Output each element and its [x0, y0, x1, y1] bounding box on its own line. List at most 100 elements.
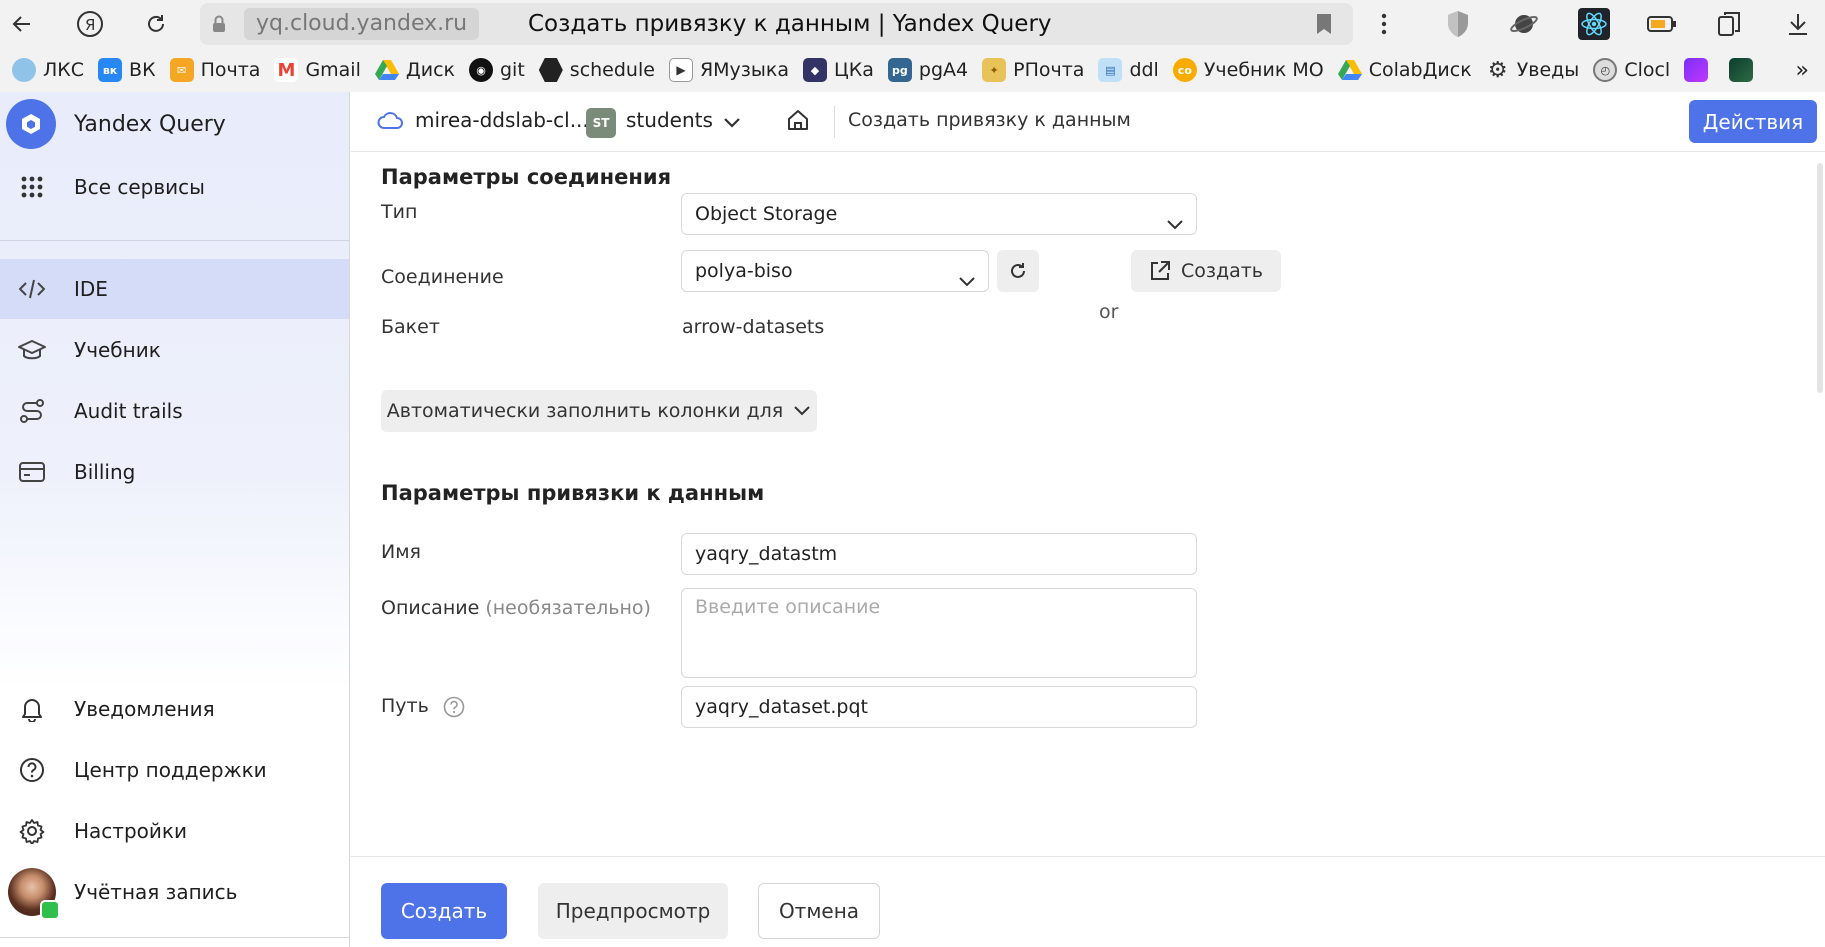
external-link-icon: [1150, 261, 1170, 280]
bookmark-item[interactable]: ColabДиск: [1334, 54, 1482, 86]
bookmark-item[interactable]: [1680, 54, 1725, 86]
bookmark-label: ColabДиск: [1368, 59, 1472, 81]
cloud-icon: [377, 110, 403, 134]
page-title: Создать привязку к данным: [848, 109, 1131, 131]
sidebar-item-label: Уведомления: [74, 697, 215, 721]
menu-dots-icon[interactable]: [1366, 6, 1402, 42]
bookmark-icon[interactable]: [1315, 13, 1333, 39]
pg-icon: pg: [887, 58, 912, 82]
bookmark-label: pgA4: [918, 59, 969, 81]
bookmark-item[interactable]: ✉ Почта: [166, 54, 271, 86]
connection-select[interactable]: polya-biso: [681, 250, 989, 292]
bookmark-item[interactable]: ◉ git: [465, 54, 535, 86]
sidebar-item-ide[interactable]: IDE: [0, 259, 349, 319]
bookmark-item[interactable]: schedule: [535, 54, 665, 86]
scrollbar[interactable]: [1817, 163, 1823, 393]
sidebar-item-settings[interactable]: Настройки: [0, 801, 349, 861]
play-icon: ▶: [668, 58, 693, 82]
bookmark-item[interactable]: pg pgA4: [884, 54, 978, 86]
yandex-browser-icon[interactable]: Я: [72, 6, 108, 42]
connection-label: Соединение: [381, 266, 504, 288]
create-connection-label: Создать: [1180, 260, 1264, 282]
bookmark-item[interactable]: ⚙ Уведы: [1482, 54, 1590, 86]
lock-icon: [212, 15, 226, 37]
more-bookmarks-icon[interactable]: »: [1796, 58, 1809, 83]
sidebar-item-audit-trails[interactable]: Audit trails: [0, 381, 349, 441]
cloud-name[interactable]: mirea-ddslab-cl...: [415, 108, 589, 132]
browser-toolbar: Я yq.cloud.yandex.ru Создать привязку к …: [0, 0, 1825, 48]
preview-button[interactable]: Предпросмотр: [538, 883, 728, 939]
url-host[interactable]: yq.cloud.yandex.ru: [244, 8, 480, 40]
bookmark-item[interactable]: co Учебник МО: [1169, 54, 1334, 86]
sidebar-bottom-divider: [0, 937, 349, 938]
autofill-columns-button[interactable]: Автоматически заполнить колонки для: [381, 390, 817, 432]
sidebar-item-billing[interactable]: Billing: [0, 442, 349, 502]
chevron-down-icon[interactable]: [723, 114, 741, 133]
type-select[interactable]: Object Storage: [681, 193, 1197, 235]
refresh-connections-button[interactable]: [997, 250, 1039, 292]
folder-name[interactable]: students: [626, 108, 713, 132]
extension-planet-icon[interactable]: [1506, 6, 1542, 42]
sidebar-item-label: IDE: [74, 277, 108, 301]
folder-badge: ST: [586, 108, 616, 138]
reload-icon[interactable]: [138, 6, 174, 42]
back-icon[interactable]: [4, 6, 40, 42]
bookmark-label: Gmail: [305, 59, 361, 81]
apps-grid-icon: [0, 176, 64, 198]
sidebar-item-label: Audit trails: [74, 399, 183, 423]
sidebar-item-label: Все сервисы: [74, 175, 205, 199]
bookmark-item[interactable]: ◆ ЦКа: [799, 54, 884, 86]
binding-form: Параметры соединения Тип Object Storage …: [351, 153, 1825, 856]
bookmark-item[interactable]: ▤ ddl: [1094, 54, 1168, 86]
sidebar-item-account[interactable]: Учётная запись: [0, 862, 349, 922]
account-badge-icon: [40, 900, 60, 920]
help-icon[interactable]: [443, 696, 465, 722]
bookmark-label: Уведы: [1516, 59, 1580, 81]
help-circle-icon: [0, 757, 64, 783]
collections-icon[interactable]: [1712, 6, 1748, 42]
autofill-columns-label: Автоматически заполнить колонки для: [386, 400, 784, 422]
sidebar-item-label: Учебник: [74, 338, 161, 362]
sidebar-item-support[interactable]: Центр поддержки: [0, 740, 349, 800]
sidebar-item-notifications[interactable]: Уведомления: [0, 679, 349, 739]
vk-icon: вк: [98, 58, 123, 82]
bookmark-item[interactable]: ◴ Clocl: [1589, 54, 1680, 86]
name-input[interactable]: yaqry_datastm: [681, 533, 1197, 575]
cancel-button[interactable]: Отмена: [758, 883, 880, 939]
type-label: Тип: [381, 201, 418, 223]
bucket-value: arrow-datasets: [682, 316, 825, 338]
battery-icon[interactable]: [1644, 6, 1680, 42]
bookmark-label: git: [500, 59, 525, 81]
connection-section-title: Параметры соединения: [381, 165, 672, 189]
shield-icon: ◆: [803, 58, 828, 82]
bookmark-item[interactable]: ЛКС: [8, 54, 94, 86]
bookmark-item[interactable]: [1725, 54, 1770, 86]
sidebar-brand[interactable]: Yandex Query: [0, 94, 349, 154]
sidebar-item-label: Центр поддержки: [74, 758, 267, 782]
bookmark-label: ddl: [1129, 59, 1159, 81]
react-devtools-icon[interactable]: [1576, 6, 1612, 42]
bookmark-item[interactable]: ✦ РПочта: [978, 54, 1094, 86]
path-input[interactable]: yaqry_dataset.pqt: [681, 686, 1197, 728]
create-button[interactable]: Создать: [381, 883, 507, 939]
bookmark-label: РПочта: [1013, 59, 1085, 81]
bookmark-label: ВК: [129, 59, 156, 81]
drive-icon: [1337, 58, 1362, 82]
download-icon[interactable]: [1780, 6, 1816, 42]
address-bar[interactable]: yq.cloud.yandex.ru Создать привязку к да…: [200, 3, 1353, 45]
name-label: Имя: [381, 541, 421, 563]
extension-shield-icon[interactable]: [1440, 6, 1476, 42]
breadcrumb: mirea-ddslab-cl... ST students Создать п…: [351, 92, 1825, 152]
hexagon-icon: [538, 58, 563, 82]
actions-button[interactable]: Действия: [1689, 100, 1817, 143]
home-icon[interactable]: [786, 108, 810, 136]
sidebar-item-tutorial[interactable]: Учебник: [0, 320, 349, 380]
description-textarea[interactable]: Введите описание: [681, 588, 1197, 678]
bookmark-item[interactable]: вк ВК: [94, 54, 166, 86]
create-connection-button[interactable]: Создать: [1131, 250, 1281, 292]
bookmark-item[interactable]: Диск: [371, 54, 465, 86]
bookmark-item[interactable]: M Gmail: [270, 54, 370, 86]
bookmark-item[interactable]: ▶ ЯМузыка: [665, 54, 799, 86]
avatar: [8, 868, 60, 920]
sidebar-item-all-services[interactable]: Все сервисы: [0, 157, 349, 217]
